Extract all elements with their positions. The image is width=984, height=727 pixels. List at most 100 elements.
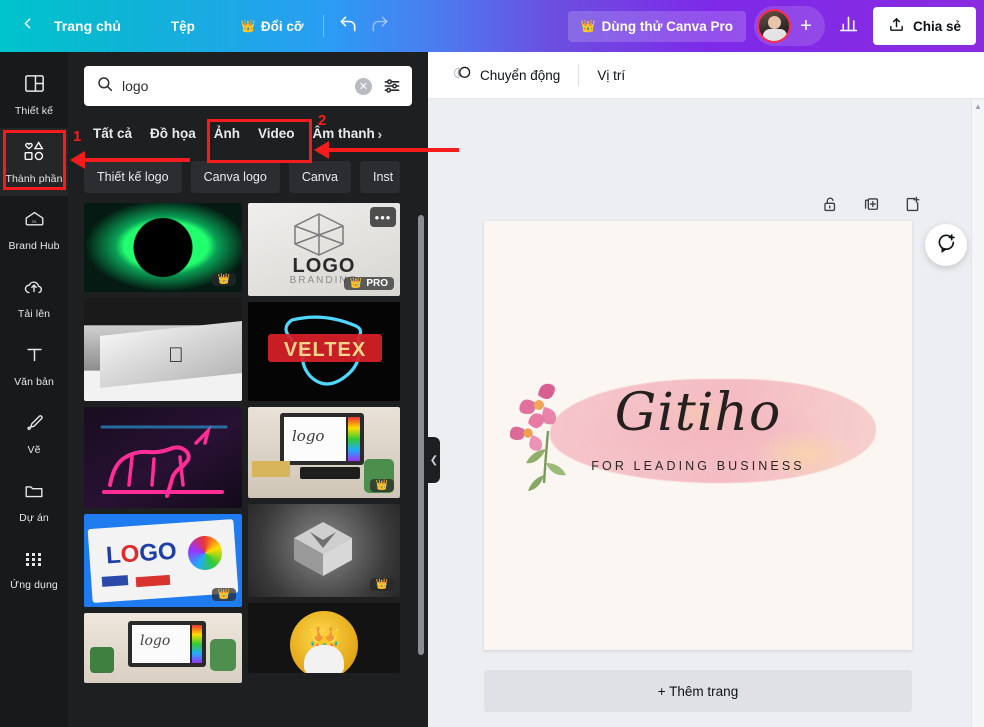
result-logo-branding-mockup[interactable]: LOGO BRANDING ••• 👑 PRO bbox=[248, 203, 400, 296]
search-box[interactable]: ✕ bbox=[84, 66, 412, 106]
grid-dots-icon bbox=[23, 549, 45, 574]
results-column-right: LOGO BRANDING ••• 👑 PRO VELTEX logo 👑 👑 … bbox=[248, 203, 400, 683]
position-button[interactable]: Vị trí bbox=[585, 61, 637, 90]
sidebar-item-label: Dự án bbox=[19, 512, 49, 524]
sidebar-item-thiet-ke[interactable]: Thiết kế bbox=[0, 60, 68, 128]
result-desk-monitor-logo[interactable]: logo 👑 bbox=[248, 407, 400, 498]
crown-icon: 👑 bbox=[349, 278, 363, 289]
sliders-icon[interactable] bbox=[380, 76, 404, 96]
chip-thiet-ke-logo[interactable]: Thiết kế logo bbox=[84, 161, 182, 193]
redo-icon bbox=[370, 14, 390, 39]
result-crown-panda-badge[interactable]: 👑 bbox=[248, 603, 400, 673]
try-canva-pro-label: Dùng thử Canva Pro bbox=[601, 18, 733, 34]
pro-badge-label: PRO bbox=[366, 278, 388, 289]
result-desk-workspace-photo[interactable]: logo bbox=[84, 613, 242, 683]
sidebar-item-label: Thiết kế bbox=[14, 104, 54, 117]
pro-badge: 👑 bbox=[211, 273, 236, 286]
editor-toolbar-divider bbox=[578, 64, 580, 86]
pro-badge: 👑 bbox=[211, 588, 236, 601]
avatar[interactable] bbox=[756, 9, 791, 43]
home-label: Trang chủ bbox=[54, 18, 121, 34]
upload-icon bbox=[888, 16, 905, 36]
sidebar-item-label: Vẽ bbox=[27, 444, 41, 456]
duplicate-page-icon[interactable] bbox=[862, 195, 881, 219]
sidebar-item-van-ban[interactable]: Văn bản bbox=[0, 332, 68, 400]
collapse-panel-button[interactable]: ❮ bbox=[428, 437, 440, 483]
search-area: ✕ bbox=[68, 52, 428, 114]
result-apple-monitor-bw[interactable]:  bbox=[84, 298, 242, 401]
pro-badge: 👑 PRO bbox=[343, 277, 394, 290]
page-tools bbox=[821, 195, 922, 219]
panel-scrollbar[interactable] bbox=[418, 215, 424, 655]
undo-button[interactable] bbox=[332, 10, 364, 42]
result-logo-tablet-design[interactable]: LOGO 👑 bbox=[84, 514, 242, 607]
result-veltex-neon-sign[interactable]: VELTEX bbox=[248, 302, 400, 401]
pro-badge: 👑 bbox=[369, 479, 394, 492]
sidebar-item-ung-dung[interactable]: Ứng dụng bbox=[0, 536, 68, 604]
tab-do-hoa[interactable]: Đồ họa bbox=[141, 118, 205, 149]
triangle-up-icon[interactable]: ▲ bbox=[972, 100, 984, 111]
add-collaborator-button[interactable]: + bbox=[795, 16, 817, 36]
toolbar-divider bbox=[323, 15, 325, 37]
sidebar-item-thanh-phan[interactable]: Thành phần bbox=[0, 128, 68, 196]
crown-icon: 👑 bbox=[375, 579, 388, 590]
close-circle-icon[interactable]: ✕ bbox=[355, 77, 372, 95]
redo-button[interactable] bbox=[364, 10, 396, 42]
search-input[interactable] bbox=[122, 78, 347, 94]
sidebar-item-label: Văn bản bbox=[14, 376, 54, 388]
result-neon-green-circle[interactable]: 👑 bbox=[84, 203, 242, 292]
tab-tat-ca[interactable]: Tất cả bbox=[84, 118, 141, 149]
chip-canva[interactable]: Canva bbox=[288, 161, 351, 193]
bar-chart-icon bbox=[838, 13, 859, 39]
tab-am-thanh[interactable]: Âm thanh bbox=[304, 118, 376, 149]
logo-tagline-text: FOR LEADING BUSINESS bbox=[591, 459, 805, 473]
resize-label: Đổi cỡ bbox=[260, 18, 304, 34]
comment-button[interactable] bbox=[925, 224, 967, 266]
share-button[interactable]: Chia sẻ bbox=[872, 7, 976, 45]
file-menu-button[interactable]: Tệp bbox=[159, 12, 207, 41]
results-column-left: 👑  LOGO bbox=[84, 203, 242, 683]
sidebar-item-ve[interactable]: Vẽ bbox=[0, 400, 68, 468]
share-label: Chia sẻ bbox=[912, 18, 961, 34]
add-page-icon[interactable] bbox=[903, 195, 922, 219]
top-bar-left-group: Trang chủ Tệp 👑 Đổi cỡ bbox=[0, 0, 396, 52]
sidebar-item-label: Thành phần bbox=[5, 172, 63, 185]
editor-area: Chuyển động Vị trí Gitiho FOR LEADING BU… bbox=[428, 52, 984, 727]
sidebar-item-du-an[interactable]: Dự án bbox=[0, 468, 68, 536]
lock-icon[interactable] bbox=[821, 195, 840, 219]
crown-icon: 👑 bbox=[240, 19, 256, 33]
back-button[interactable] bbox=[12, 11, 42, 41]
chevron-left-icon bbox=[19, 15, 36, 37]
tab-video[interactable]: Video bbox=[249, 118, 304, 149]
add-page-button[interactable]: + Thêm trang bbox=[484, 670, 912, 712]
sidebar-item-brand-hub[interactable]: co. Brand Hub bbox=[0, 196, 68, 264]
svg-text:VELTEX: VELTEX bbox=[284, 339, 366, 361]
chip-canva-logo[interactable]: Canva logo bbox=[190, 161, 280, 193]
canvas-scrollbar[interactable]: ▲ bbox=[971, 100, 984, 727]
comment-plus-icon bbox=[935, 232, 957, 259]
canva-editor-window: Trang chủ Tệp 👑 Đổi cỡ 👑 Dùng thử Canva … bbox=[0, 0, 984, 727]
elements-panel: ✕ Tất cả Đồ họa Ảnh Video Âm thanh › Thi… bbox=[68, 52, 428, 727]
animate-label: Chuyển động bbox=[480, 67, 561, 83]
chevron-right-icon[interactable]: › bbox=[376, 126, 383, 142]
design-canvas-page[interactable]: Gitiho FOR LEADING BUSINESS bbox=[484, 221, 912, 650]
sidebar-item-label: Brand Hub bbox=[8, 240, 60, 252]
sidebar-item-tai-len[interactable]: Tải lên bbox=[0, 264, 68, 332]
resize-button[interactable]: 👑 Đổi cỡ bbox=[229, 12, 316, 41]
result-neon-pink-horse[interactable] bbox=[84, 407, 242, 508]
home-button[interactable]: Trang chủ bbox=[42, 11, 133, 41]
chip-inst[interactable]: Inst bbox=[359, 161, 400, 193]
logo-artwork[interactable]: Gitiho FOR LEADING BUSINESS bbox=[484, 373, 912, 498]
crown-icon: 👑 bbox=[375, 480, 388, 491]
pen-icon bbox=[22, 412, 46, 439]
insights-button[interactable] bbox=[833, 10, 865, 42]
more-options-button[interactable]: ••• bbox=[370, 207, 396, 227]
crown-icon: 👑 bbox=[217, 589, 230, 600]
try-canva-pro-button[interactable]: 👑 Dùng thử Canva Pro bbox=[567, 10, 746, 42]
folder-icon bbox=[22, 480, 46, 507]
collaborators-group[interactable]: + bbox=[753, 6, 825, 46]
result-silver-cube-3d[interactable]: 👑 bbox=[248, 504, 400, 597]
results-grid: 👑  LOGO bbox=[68, 203, 428, 683]
tab-anh[interactable]: Ảnh bbox=[205, 118, 249, 149]
animate-button[interactable]: Chuyển động bbox=[442, 57, 572, 93]
